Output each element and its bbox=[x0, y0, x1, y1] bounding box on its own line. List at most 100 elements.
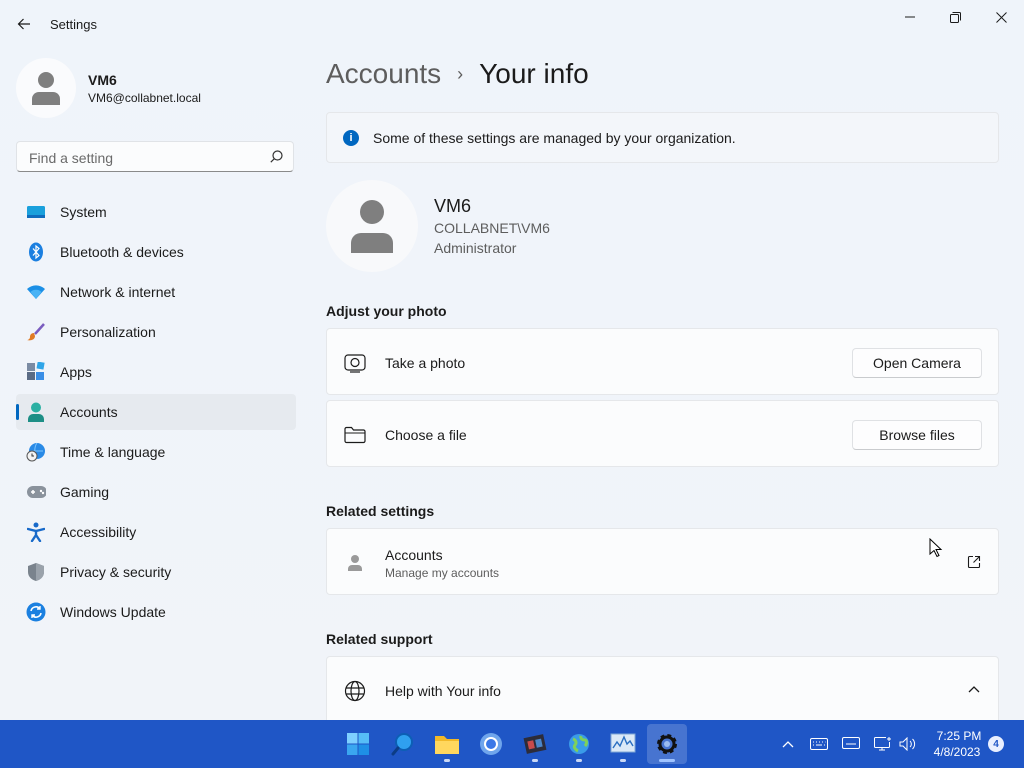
restore-button[interactable] bbox=[932, 2, 978, 32]
sidebar-item-label: Privacy & security bbox=[60, 564, 172, 580]
open-camera-button[interactable]: Open Camera bbox=[852, 348, 982, 378]
info-icon: i bbox=[343, 130, 359, 146]
clock-date[interactable]: 4/8/2023 bbox=[928, 745, 986, 759]
chevron-up-icon[interactable] bbox=[968, 685, 980, 693]
sidebar-item-network[interactable]: Network & internet bbox=[16, 274, 296, 310]
breadcrumb: Accounts › Your info bbox=[326, 58, 589, 90]
person-icon bbox=[343, 551, 367, 575]
file-explorer-icon bbox=[435, 736, 459, 754]
display-icon[interactable] bbox=[842, 736, 860, 752]
help-your-info-row[interactable]: Help with Your info bbox=[326, 656, 999, 720]
update-icon bbox=[26, 602, 46, 622]
user-name: VM6 bbox=[434, 196, 472, 216]
taskbar bbox=[0, 720, 1024, 768]
sidebar-item-bluetooth[interactable]: Bluetooth & devices bbox=[16, 234, 296, 270]
taskbar-media-app[interactable] bbox=[515, 724, 555, 764]
user-silhouette-icon bbox=[32, 72, 60, 105]
sidebar-item-label: Personalization bbox=[60, 324, 156, 340]
choose-file-label: Choose a file bbox=[385, 427, 467, 443]
sidebar-item-label: Accessibility bbox=[60, 524, 137, 540]
chevron-up-tray-icon[interactable] bbox=[779, 736, 797, 752]
camera-icon bbox=[343, 351, 367, 375]
sidebar-item-apps[interactable]: Apps bbox=[16, 354, 296, 390]
open-external-icon[interactable] bbox=[967, 555, 981, 569]
notification-badge[interactable]: 4 bbox=[988, 736, 1004, 752]
user-silhouette-icon bbox=[351, 200, 393, 253]
sidebar-nav: System Bluetooth & devices Network & int… bbox=[16, 194, 296, 634]
sidebar-item-privacy[interactable]: Privacy & security bbox=[16, 554, 296, 590]
globe-icon bbox=[343, 679, 367, 703]
search-icon[interactable] bbox=[270, 150, 283, 163]
choose-file-row: Choose a file Browse files bbox=[326, 400, 999, 467]
help-your-info-label: Help with Your info bbox=[385, 683, 501, 699]
taskbar-globe-app[interactable] bbox=[559, 724, 599, 764]
close-button[interactable] bbox=[978, 2, 1024, 32]
search-input[interactable] bbox=[27, 142, 271, 173]
accounts-icon bbox=[26, 402, 46, 422]
take-photo-label: Take a photo bbox=[385, 355, 466, 371]
chrome-icon bbox=[480, 733, 502, 755]
keyboard-icon[interactable] bbox=[810, 736, 828, 752]
back-button[interactable] bbox=[12, 12, 36, 36]
related-accounts-sublabel: Manage my accounts bbox=[385, 566, 500, 580]
sidebar-item-label: Windows Update bbox=[60, 604, 166, 620]
sidebar-item-gaming[interactable]: Gaming bbox=[16, 474, 296, 510]
taskbar-start[interactable] bbox=[338, 724, 378, 764]
close-icon bbox=[995, 11, 1007, 23]
sidebar-item-time-language[interactable]: Time & language bbox=[16, 434, 296, 470]
apps-icon bbox=[26, 362, 46, 382]
profile-email: VM6@collabnet.local bbox=[88, 91, 201, 105]
volume-icon[interactable] bbox=[899, 736, 917, 752]
taskbar-search[interactable] bbox=[383, 724, 423, 764]
title-bar: Settings bbox=[0, 0, 1024, 48]
sidebar-item-personalization[interactable]: Personalization bbox=[16, 314, 296, 350]
related-accounts-label: Accounts bbox=[385, 547, 443, 563]
windows-start-icon bbox=[347, 733, 369, 755]
sidebar-item-label: Time & language bbox=[60, 444, 166, 460]
taskbar-file-explorer[interactable] bbox=[427, 724, 467, 764]
performance-monitor-icon bbox=[610, 733, 636, 753]
sidebar-item-accessibility[interactable]: Accessibility bbox=[16, 514, 296, 550]
browse-files-button[interactable]: Browse files bbox=[852, 420, 982, 450]
sidebar-item-label: Network & internet bbox=[60, 284, 176, 300]
film-icon bbox=[523, 734, 547, 754]
clock-time[interactable]: 7:25 PM bbox=[932, 729, 986, 743]
sidebar-item-system[interactable]: System bbox=[16, 194, 296, 230]
system-icon bbox=[26, 202, 46, 222]
wifi-icon bbox=[26, 282, 46, 302]
globe-clock-icon bbox=[26, 442, 46, 462]
folder-icon bbox=[343, 423, 367, 447]
gamepad-icon bbox=[26, 482, 46, 502]
user-avatar bbox=[326, 180, 418, 272]
minimize-button[interactable] bbox=[887, 2, 933, 32]
mouse-cursor-icon bbox=[929, 538, 943, 558]
search-taskbar-icon bbox=[391, 733, 413, 756]
take-photo-row: Take a photo Open Camera bbox=[326, 328, 999, 395]
settings-gear-icon bbox=[657, 734, 677, 754]
minimize-icon bbox=[905, 16, 915, 18]
bluetooth-icon bbox=[26, 242, 46, 262]
app-title: Settings bbox=[50, 17, 97, 32]
sidebar-item-label: Apps bbox=[60, 364, 92, 380]
info-banner: i Some of these settings are managed by … bbox=[326, 112, 999, 163]
breadcrumb-parent[interactable]: Accounts bbox=[326, 58, 441, 90]
profile-avatar[interactable] bbox=[16, 58, 76, 118]
sidebar-item-accounts[interactable]: Accounts bbox=[16, 394, 296, 430]
network-tray-icon[interactable] bbox=[874, 736, 892, 752]
search-box[interactable] bbox=[16, 141, 294, 173]
related-support-heading: Related support bbox=[326, 631, 433, 647]
brush-icon bbox=[26, 322, 46, 342]
taskbar-settings[interactable] bbox=[647, 724, 687, 764]
accessibility-icon bbox=[26, 522, 46, 542]
profile-name: VM6 bbox=[88, 72, 117, 88]
taskbar-monitor-app[interactable] bbox=[603, 724, 643, 764]
page-title: Your info bbox=[479, 58, 589, 89]
taskbar-chrome[interactable] bbox=[471, 724, 511, 764]
sidebar-item-label: Gaming bbox=[60, 484, 110, 500]
sidebar-item-label: System bbox=[60, 204, 107, 220]
sidebar-item-windows-update[interactable]: Windows Update bbox=[16, 594, 296, 630]
user-domain: COLLABNET\VM6 bbox=[434, 220, 550, 236]
restore-icon bbox=[949, 11, 961, 23]
globe-app-icon bbox=[569, 734, 589, 754]
related-accounts-row[interactable]: Accounts Manage my accounts bbox=[326, 528, 999, 595]
